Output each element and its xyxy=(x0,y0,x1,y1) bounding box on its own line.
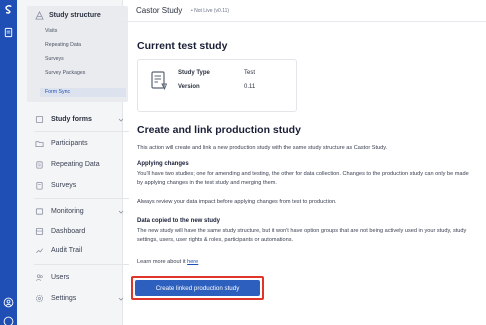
folder-icon xyxy=(35,141,44,148)
study-status-badge: • Not Live (v0.11) xyxy=(191,8,230,14)
study-name: Castor Study xyxy=(136,6,183,15)
users-icon xyxy=(36,274,43,281)
top-bar: Castor Study • Not Live (v0.11) xyxy=(123,0,486,22)
sidebar-item-label: Repeating Data xyxy=(51,161,100,168)
sidebar-item-study-structure[interactable]: Study structure xyxy=(35,11,101,20)
app-rail xyxy=(0,0,17,325)
sidebar-item-label: Monitoring xyxy=(51,208,84,215)
document-icon[interactable] xyxy=(3,27,14,38)
castor-logo-icon[interactable] xyxy=(3,4,14,15)
survey-icon xyxy=(36,181,43,190)
applying-changes-heading: Applying changes xyxy=(137,161,189,167)
gear-icon xyxy=(35,294,44,303)
sidebar-divider xyxy=(34,264,129,265)
sidebar-item-surveys[interactable]: Surveys xyxy=(35,181,76,190)
sidebar-item-label: Settings xyxy=(51,295,77,302)
version-label: Version xyxy=(178,84,200,90)
sidebar-item-dashboard[interactable]: Dashboard xyxy=(35,227,85,236)
data-copied-heading: Data copied to the new study xyxy=(137,218,221,224)
sidebar-item-audit-trail[interactable]: Audit Trail xyxy=(35,246,82,255)
study-type-value: Test xyxy=(244,70,256,76)
sidebar: Study structure Visits Repeating Data Su… xyxy=(17,0,129,325)
help-icon[interactable] xyxy=(3,316,14,325)
sidebar-item-label: Study structure xyxy=(49,12,101,19)
structure-icon xyxy=(35,11,44,20)
learn-more-prefix: Learn more about it xyxy=(137,259,186,265)
sidebar-item-label: Study forms xyxy=(51,116,92,123)
sidebar-item-study-forms[interactable]: Study forms xyxy=(35,115,92,124)
sidebar-item-label: Surveys xyxy=(51,182,77,189)
study-type-label: Study Type xyxy=(178,70,210,76)
sidebar-divider xyxy=(34,131,129,132)
chevron-down-icon[interactable] xyxy=(118,296,124,302)
applying-changes-text: You'll have two studies; one for amendin… xyxy=(137,171,469,187)
learn-more-text: Learn more about it here xyxy=(137,259,198,265)
version-value: 0.11 xyxy=(244,84,256,90)
create-linked-production-study-button[interactable]: Create linked production study xyxy=(135,280,260,296)
sidebar-item-label: Users xyxy=(51,274,70,281)
dashboard-icon xyxy=(35,227,44,236)
sidebar-item-label: Participants xyxy=(51,140,88,147)
page-title: Current test study xyxy=(137,40,228,52)
repeat-icon xyxy=(36,161,43,169)
section-title: Create and link production study xyxy=(137,124,301,136)
sidebar-subitem-repeating-data[interactable]: Repeating Data xyxy=(45,42,81,48)
sidebar-item-label: Dashboard xyxy=(51,228,86,235)
sidebar-divider xyxy=(34,198,129,199)
sidebar-item-participants[interactable]: Participants xyxy=(35,139,88,148)
sidebar-subitem-survey-packages[interactable]: Survey Packages xyxy=(45,70,85,76)
sidebar-subitem-surveys[interactable]: Surveys xyxy=(45,56,64,62)
sidebar-item-label: Audit Trail xyxy=(51,247,83,254)
chevron-down-icon[interactable] xyxy=(118,117,124,123)
learn-more-link[interactable]: here xyxy=(187,259,198,265)
sidebar-item-monitoring[interactable]: Monitoring xyxy=(35,207,84,216)
review-text: Always review your data impact before ap… xyxy=(137,199,337,205)
data-copied-text: The new study will have the same study s… xyxy=(137,228,467,244)
study-document-icon xyxy=(151,71,167,91)
forms-icon xyxy=(35,115,44,124)
audit-trail-icon xyxy=(36,248,43,254)
intro-text: This action will create and link a new p… xyxy=(137,145,388,151)
monitoring-icon xyxy=(35,208,44,215)
sidebar-item-settings[interactable]: Settings xyxy=(35,294,76,303)
chevron-down-icon[interactable] xyxy=(118,209,124,215)
sidebar-subitem-visits[interactable]: Visits xyxy=(45,28,57,34)
account-icon[interactable] xyxy=(3,297,14,308)
sidebar-item-repeating-data[interactable]: Repeating Data xyxy=(35,160,100,169)
study-info-card: Study Type Test Version 0.11 xyxy=(137,59,297,112)
sidebar-item-users[interactable]: Users xyxy=(35,273,69,282)
sidebar-subitem-form-sync[interactable]: Form Sync xyxy=(40,88,126,97)
